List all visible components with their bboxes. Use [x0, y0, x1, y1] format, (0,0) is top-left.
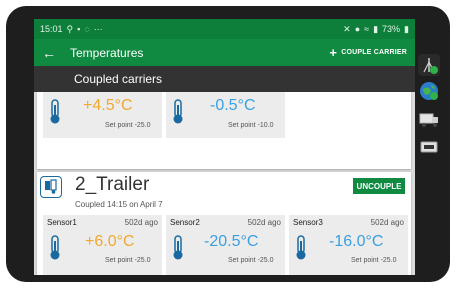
carrier-card-1: +4.5°C Set point -25.0 -0.5°C Set point … [37, 92, 411, 169]
status-time: 15:01 [40, 24, 63, 34]
thermometer-icon [50, 235, 60, 260]
battery-icon: ▮ [404, 23, 409, 34]
signal-icon: ▮ [373, 23, 379, 34]
sensor-last-seen: 502d ago [247, 218, 281, 227]
sensor-tile-1[interactable]: Sensor1 502d ago +6.0°C Set point -25.0 [43, 215, 162, 275]
couple-carrier-label: COUPLE CARRIER [341, 49, 407, 56]
app-screen: 15:01 ⚲ ▪ ◌ ··· ✕ ● ≈ ▮ 73% ▮ ← Temperat… [34, 19, 415, 275]
sensor-temperature: -20.5°C [204, 233, 259, 250]
back-arrow-icon[interactable]: ← [42, 45, 64, 61]
sensor-temperature: +4.5°C [83, 97, 133, 114]
sensor-last-seen: 502d ago [370, 218, 404, 227]
carrier-list[interactable]: +4.5°C Set point -25.0 -0.5°C Set point … [34, 92, 415, 275]
carrier-name: 2_Trailer [75, 174, 150, 195]
sensor-set-point: Set point -10.0 [228, 122, 274, 129]
thermometer-icon [50, 99, 60, 124]
antenna-icon[interactable] [418, 54, 440, 76]
carrier-card-trailer: 2_Trailer Coupled 14:15 on April 7 UNCOU… [37, 172, 411, 275]
sensor-last-seen: 502d ago [124, 218, 158, 227]
sensor-temperature: -16.0°C [329, 233, 384, 250]
sensor-tile-3[interactable]: Sensor3 502d ago -16.0°C Set point -25.0 [289, 215, 408, 275]
globe-icon[interactable] [418, 80, 440, 102]
sensor-temperature: +6.0°C [85, 233, 135, 250]
thermometer-icon [173, 99, 183, 124]
sensor-temperature: -0.5°C [210, 97, 256, 114]
more-icon: ··· [93, 24, 103, 34]
message-icon: ▪ [77, 24, 81, 34]
truck-icon[interactable] [418, 108, 440, 130]
plus-icon: + [329, 45, 338, 60]
sensor-tile[interactable]: -0.5°C Set point -10.0 [166, 92, 285, 138]
sensor-set-point: Set point -25.0 [105, 257, 151, 264]
page-title: Temperatures [70, 45, 144, 60]
sensor-name: Sensor1 [47, 218, 77, 227]
notification-icon: ⚲ [66, 23, 74, 34]
section-header: Coupled carriers [34, 66, 415, 92]
coupled-time: Coupled 14:15 on April 7 [75, 200, 163, 209]
side-icon-strip [415, 40, 443, 240]
status-bar: 15:01 ⚲ ▪ ◌ ··· ✕ ● ≈ ▮ 73% ▮ [34, 19, 415, 39]
location-icon: ● [354, 24, 361, 34]
sensor-set-point: Set point -25.0 [228, 257, 274, 264]
sensor-set-point: Set point -25.0 [105, 122, 151, 129]
wifi-icon: ≈ [364, 24, 370, 34]
section-title: Coupled carriers [74, 72, 163, 86]
battery-percent: 73% [382, 24, 401, 34]
whatsapp-icon: ◌ [84, 24, 90, 34]
couple-carrier-button[interactable]: + COUPLE CARRIER [329, 45, 407, 60]
sensor-name: Sensor3 [293, 218, 323, 227]
sensor-name: Sensor2 [170, 218, 200, 227]
sensor-tile[interactable]: +4.5°C Set point -25.0 [43, 92, 162, 138]
uncouple-label: UNCOUPLE [356, 181, 402, 191]
trailer-icon [40, 176, 62, 198]
app-bar: ← Temperatures + COUPLE CARRIER [34, 39, 415, 66]
uncouple-button[interactable]: UNCOUPLE [353, 178, 405, 194]
sensor-set-point: Set point -25.0 [351, 257, 397, 264]
mute-icon: ✕ [343, 23, 351, 34]
trailer-icon[interactable] [418, 136, 440, 158]
sensor-tile-2[interactable]: Sensor2 502d ago -20.5°C Set point -25.0 [166, 215, 285, 275]
thermometer-icon [173, 235, 183, 260]
thermometer-icon [296, 235, 306, 260]
